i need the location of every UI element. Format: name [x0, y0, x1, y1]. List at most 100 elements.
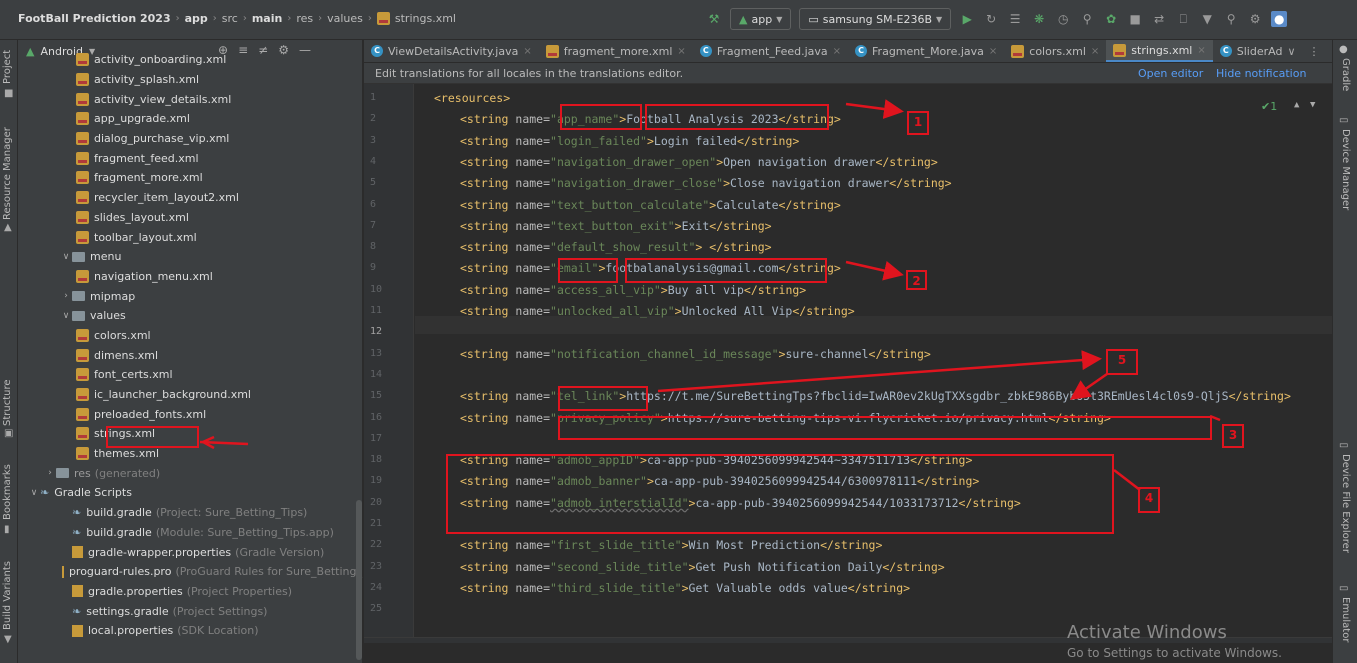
editor-tab[interactable]: C SliderAd ∨ ⋮ — [1213, 40, 1327, 62]
tree-item[interactable]: app_upgrade.xml — [18, 109, 362, 129]
code-line[interactable]: <resources> — [434, 89, 510, 107]
device-selector[interactable]: ▭ samsung SM-E236B ▼ — [799, 8, 952, 30]
breadcrumb-item[interactable]: src — [222, 12, 238, 25]
tree-item[interactable]: colors.xml — [18, 326, 362, 346]
tree-item[interactable]: proguard-rules.pro (ProGuard Rules for Su… — [18, 562, 362, 582]
tree-item[interactable]: gradle-wrapper.properties (Gradle Version… — [18, 542, 362, 562]
tree-item[interactable]: themes.xml — [18, 444, 362, 464]
sdk-manager-icon[interactable]: ▼ — [1199, 11, 1215, 27]
tree-item[interactable]: › mipmap — [18, 286, 362, 306]
profile-icon[interactable]: ◷ — [1055, 11, 1071, 27]
code-line[interactable]: <string name="second_slide_title">Get Pu… — [460, 558, 945, 576]
breadcrumb-item[interactable]: values — [327, 12, 363, 25]
project-scrollbar[interactable] — [356, 500, 362, 660]
close-icon[interactable]: × — [833, 46, 841, 57]
code-line[interactable]: <string name="tel_link">https://t.me/Sur… — [460, 387, 1291, 405]
close-icon[interactable]: × — [1197, 45, 1205, 56]
tree-item[interactable]: ❧ build.gradle (Project: Sure_Betting_Tips… — [18, 503, 362, 523]
editor-tab[interactable]: colors.xml × — [1004, 40, 1106, 62]
code-line[interactable]: <string name="access_all_vip">Buy all vi… — [460, 281, 806, 299]
tool-tab-bookmarks[interactable]: Bookmarks ▮ — [0, 460, 18, 535]
tree-item[interactable]: preloaded_fonts.xml — [18, 404, 362, 424]
tree-item[interactable]: ∨ values — [18, 306, 362, 326]
tree-item[interactable]: fragment_feed.xml — [18, 148, 362, 168]
settings-icon[interactable]: ⚙ — [1247, 11, 1263, 27]
code-line[interactable]: <string name="navigation_drawer_close">C… — [460, 174, 952, 192]
attach-debugger-icon[interactable]: ⚲ — [1079, 11, 1095, 27]
editor-tab[interactable]: strings.xml × — [1106, 40, 1213, 62]
close-icon[interactable]: × — [523, 46, 531, 57]
tree-item[interactable]: font_certs.xml — [18, 365, 362, 385]
tree-item[interactable]: › res (generated) — [18, 463, 362, 483]
code-line[interactable]: <string name="login_failed">Login failed… — [460, 132, 799, 150]
tool-tab-device-manager[interactable]: ▭ Device Manager — [1339, 115, 1351, 210]
close-icon[interactable]: × — [1091, 46, 1099, 57]
tree-item[interactable]: fragment_more.xml — [18, 168, 362, 188]
tree-item[interactable]: dialog_purchase_vip.xml — [18, 129, 362, 149]
code-line[interactable]: <string name="third_slide_title">Get Val… — [460, 579, 910, 597]
chevron-down-icon[interactable]: ∨ — [60, 252, 72, 262]
tree-item[interactable]: ∨ menu — [18, 247, 362, 267]
chevron-down-icon[interactable]: ∨ — [28, 488, 40, 498]
tree-item[interactable]: ❧ build.gradle (Module: Sure_Betting_Tips.… — [18, 523, 362, 543]
code-line[interactable]: <string name="email">footbalanalysis@gma… — [460, 259, 841, 277]
inspection-widget[interactable]: ✔1 — [1261, 100, 1277, 113]
code-line[interactable]: <string name="privacy_policy">https://su… — [460, 409, 1111, 427]
code-line[interactable]: <string name="admob_banner">ca-app-pub-3… — [460, 472, 979, 490]
chevron-up-icon[interactable]: ▲ — [1294, 100, 1299, 110]
hammer-icon[interactable]: ⚒ — [706, 11, 722, 27]
breadcrumb-item[interactable]: strings.xml — [395, 12, 456, 25]
module-selector[interactable]: ▲ app ▼ — [730, 8, 792, 30]
search-icon[interactable]: ⚲ — [1223, 11, 1239, 27]
chevron-down-icon[interactable]: ∨ — [1287, 45, 1295, 58]
rerun-icon[interactable]: ↻ — [983, 11, 999, 27]
sync-icon[interactable]: ⇄ — [1151, 11, 1167, 27]
editor-tab[interactable]: C Fragment_More.java × — [848, 40, 1004, 62]
chevron-right-icon[interactable]: › — [44, 468, 56, 478]
debug-icon[interactable]: ❋ — [1031, 11, 1047, 27]
breadcrumb-item[interactable]: FootBall Prediction 2023 — [18, 12, 171, 25]
more-icon[interactable]: ⋮ — [1309, 45, 1320, 58]
code-line[interactable]: <string name="navigation_drawer_open">Op… — [460, 153, 938, 171]
tool-tab-gradle[interactable]: ● Gradle — [1339, 44, 1351, 91]
editor-tab[interactable]: C ViewDetailsActivity.java × — [364, 40, 539, 62]
tree-item[interactable]: activity_onboarding.xml — [18, 50, 362, 70]
tool-tab-resource-manager[interactable]: Resource Manager ▲ — [0, 110, 18, 233]
run-icon[interactable]: ▶ — [959, 11, 975, 27]
breadcrumb-item[interactable]: app — [185, 12, 208, 25]
editor-tab[interactable]: C Fragment_Feed.java × — [693, 40, 848, 62]
tool-tab-build-variants[interactable]: Build Variants ▼ — [0, 560, 18, 650]
code-editor[interactable]: 1 2 3 4 5 6 7 8 9 10 11 12 13 14 15 16 17 18 19 20 21 22 23 24 2… — [364, 84, 1332, 643]
tool-tab-device-file-explorer[interactable]: ▭ Device File Explorer — [1339, 440, 1351, 553]
tree-item[interactable]: slides_layout.xml — [18, 208, 362, 228]
tool-tab-project[interactable]: Project ■ — [0, 44, 18, 104]
tool-tab-structure[interactable]: Structure ▣ — [0, 370, 18, 440]
close-icon[interactable]: × — [677, 46, 685, 57]
tree-item[interactable]: dimens.xml — [18, 345, 362, 365]
code-line[interactable]: <string name="unlocked_all_vip">Unlocked… — [460, 302, 855, 320]
tree-item[interactable]: activity_splash.xml — [18, 70, 362, 90]
editor-tab[interactable]: fragment_more.xml × — [539, 40, 693, 62]
tree-item[interactable]: ❧ settings.gradle (Project Settings) — [18, 601, 362, 621]
hide-notification-link[interactable]: Hide notification — [1216, 67, 1306, 80]
open-editor-link[interactable]: Open editor — [1138, 67, 1203, 80]
code-line[interactable]: <string name="notification_channel_id_me… — [460, 345, 931, 363]
tree-item[interactable]: navigation_menu.xml — [18, 267, 362, 287]
breadcrumb-item[interactable]: main — [252, 12, 283, 25]
chevron-down-icon[interactable]: ▼ — [1310, 100, 1315, 110]
code-line[interactable]: <string name="text_button_calculate">Cal… — [460, 196, 841, 214]
chevron-down-icon[interactable]: ∨ — [60, 311, 72, 321]
close-icon[interactable]: × — [989, 46, 997, 57]
tree-item[interactable]: strings.xml — [18, 424, 362, 444]
code-line[interactable]: <string name="text_button_exit">Exit</st… — [460, 217, 772, 235]
tree-item[interactable]: gradle.properties (Project Properties) — [18, 582, 362, 602]
tree-item[interactable]: ic_launcher_background.xml — [18, 385, 362, 405]
code-line[interactable]: <string name="admob_appID">ca-app-pub-39… — [460, 451, 972, 469]
tree-item[interactable]: activity_view_details.xml — [18, 89, 362, 109]
device-manager-icon[interactable]: ⎕ — [1175, 11, 1191, 27]
avatar-icon[interactable]: ● — [1271, 11, 1288, 27]
tool-tab-emulator[interactable]: ▭ Emulator — [1339, 583, 1351, 642]
coverage-icon[interactable]: ☰ — [1007, 11, 1023, 27]
code-line[interactable]: <string name="app_name">Football Analysi… — [460, 110, 841, 128]
tree-item[interactable]: recycler_item_layout2.xml — [18, 188, 362, 208]
